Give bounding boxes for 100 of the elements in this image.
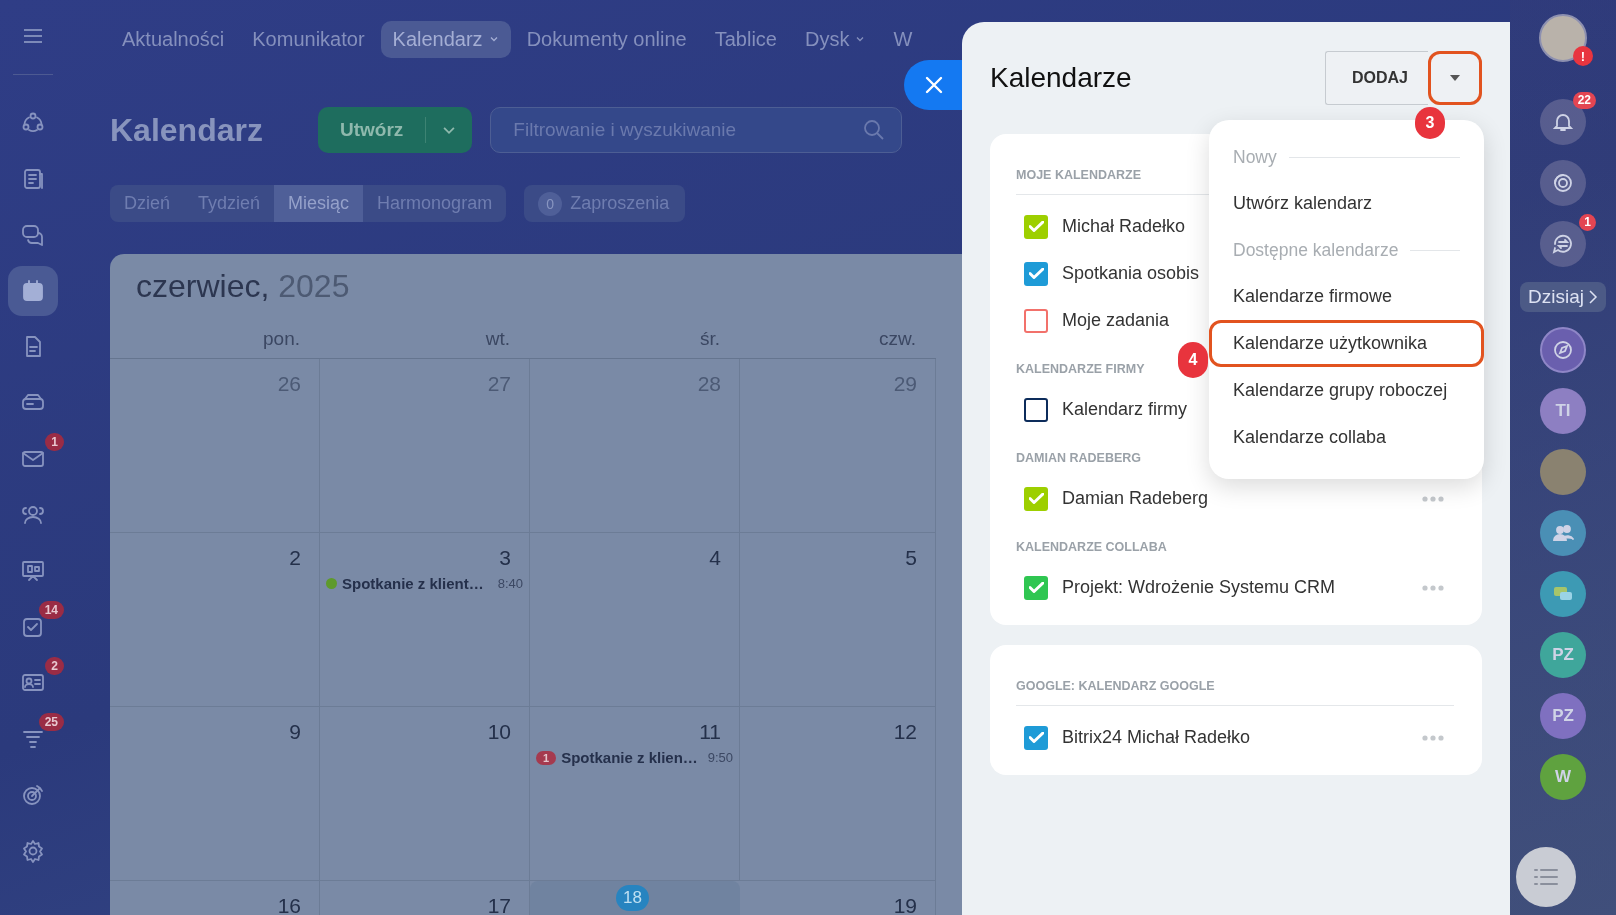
section-heading: GOOGLE: KALENDARZ GOOGLE [1016,678,1215,695]
notification-badge: 1 [1579,214,1596,231]
nav-tab[interactable]: Tablice [702,20,789,58]
panel-title: Kalendarze [990,62,1132,94]
day-number: 5 [905,545,918,571]
menu-item[interactable]: Kalendarze grupy roboczej [1209,367,1484,414]
nav-tab[interactable]: Kalendarz [380,20,511,58]
day-cell[interactable]: 3 Spotkanie z klient… 8:40 [320,533,530,707]
day-number: 2 [289,545,302,571]
nav-tab[interactable]: W [881,20,925,58]
target-icon [20,782,46,808]
board-icon [20,558,46,584]
nav-tab[interactable]: Aktualności [110,20,237,58]
checkbox[interactable] [1024,261,1048,286]
menu-item[interactable]: Kalendarze użytkownika [1209,320,1484,367]
initials-avatar[interactable]: PZ [1540,632,1586,678]
chat-arrows-icon [1551,232,1575,256]
day-number: 11 [699,719,722,745]
compass-button[interactable] [1540,327,1586,373]
alert-badge: ! [1573,46,1593,66]
day-cell[interactable]: 18 [530,881,740,915]
check-icon [1028,268,1044,279]
count-badge: 2 [45,657,64,675]
calendar-name: Moje zadania [1062,310,1170,331]
close-button[interactable] [904,60,964,110]
weekday-label: śr. [530,320,740,359]
spiral-button[interactable] [1540,160,1586,206]
day-number: 12 [893,719,918,745]
menu-button[interactable] [1516,847,1576,907]
calendar-name: Projekt: Wdrożenie Systemu CRM [1062,577,1336,598]
calendar-icon [20,278,46,304]
count-badge: 25 [38,713,64,731]
day-cell[interactable]: 12 [740,707,936,881]
menu-item[interactable]: Utwórz kalendarz [1209,180,1484,227]
event-title[interactable]: Spotkanie z klient… [342,575,484,592]
add-button[interactable]: DODAJ [1325,51,1428,105]
day-number: 19 [893,893,918,915]
group-button[interactable] [1540,510,1586,556]
checkbox[interactable] [1024,486,1048,511]
menu-item[interactable]: Kalendarze collaba [1209,414,1484,461]
initials-avatar[interactable]: PZ [1540,693,1586,739]
event-time: 9:50 [707,750,733,765]
avatar[interactable] [1540,449,1586,495]
page-title: Kalendarz [110,111,264,149]
day-number: 9 [289,719,302,745]
check-icon [1028,493,1044,504]
weekday-label: wt. [320,320,530,359]
checkbox[interactable] [1024,725,1048,750]
checkbox[interactable] [1024,575,1048,600]
count-badge: 1 [45,433,64,451]
count-badge: 14 [38,601,64,619]
section-heading: KALENDARZE COLLABA [1016,539,1167,556]
day-cell[interactable]: 4 [530,533,740,707]
chat-button[interactable] [1540,571,1586,617]
nav-tab[interactable]: Dokumenty online [514,20,699,58]
calendar-name: Michał Radełko [1062,216,1186,237]
chevron-right-icon [1587,289,1598,305]
count-badge: 1 [536,750,557,765]
caret-icon [1448,74,1461,82]
check-icon [1028,221,1044,232]
initials-avatar[interactable]: W [1540,754,1586,800]
calendar-name: Spotkania osobis [1062,263,1200,284]
step-badge: 3 [1415,107,1445,139]
day-number: 3 [499,545,512,571]
day-cell[interactable]: 16 [110,881,320,915]
day-cell[interactable]: 19 [740,881,936,915]
chat-sync-button[interactable] [1540,221,1586,267]
day-cell[interactable]: 10 [320,707,530,881]
day-cell[interactable]: 2 [110,533,320,707]
day-number: 18 [616,885,649,911]
menu-group-label: Dostępne kalendarze [1233,239,1399,261]
notification-badge: 22 [1572,92,1596,109]
section-heading: MOJE KALENDARZE [1016,167,1141,184]
compass-icon [1551,338,1575,362]
avatar[interactable] [1539,14,1587,62]
today-button[interactable]: Dzisiaj [1520,282,1606,312]
checkbox[interactable] [1024,308,1048,333]
dropdown-button[interactable] [1428,51,1482,105]
calendar-name: Kalendarz firmy [1062,399,1188,420]
day-number: 16 [277,893,302,915]
sidebar-item[interactable] [8,266,58,316]
settings-icon [20,838,46,864]
list-icon [1533,867,1559,887]
menu-group-label: Nowy [1233,146,1277,168]
checkbox[interactable] [1024,214,1048,239]
calendar-name: Damian Radeberg [1062,488,1209,509]
checkbox[interactable] [1024,397,1048,422]
day-cell[interactable]: 5 [740,533,936,707]
menu-item[interactable]: Kalendarze firmowe [1209,273,1484,320]
day-cell[interactable]: 9 [110,707,320,881]
section-heading: KALENDARZE FIRMY [1016,361,1145,378]
day-number: 4 [709,545,722,571]
view-tab[interactable]: Miesiąc [274,185,364,222]
initials-avatar[interactable]: TI [1540,388,1586,434]
chat-icon [20,222,46,248]
nav-tab[interactable]: Dysk [793,20,878,58]
nav-tab[interactable]: Komunikator [240,20,377,58]
event-title[interactable]: Spotkanie z klien… [561,749,698,766]
calendar-name: Bitrix24 Michał Radełko [1062,727,1251,748]
create-button[interactable]: Utwórz [318,107,473,153]
